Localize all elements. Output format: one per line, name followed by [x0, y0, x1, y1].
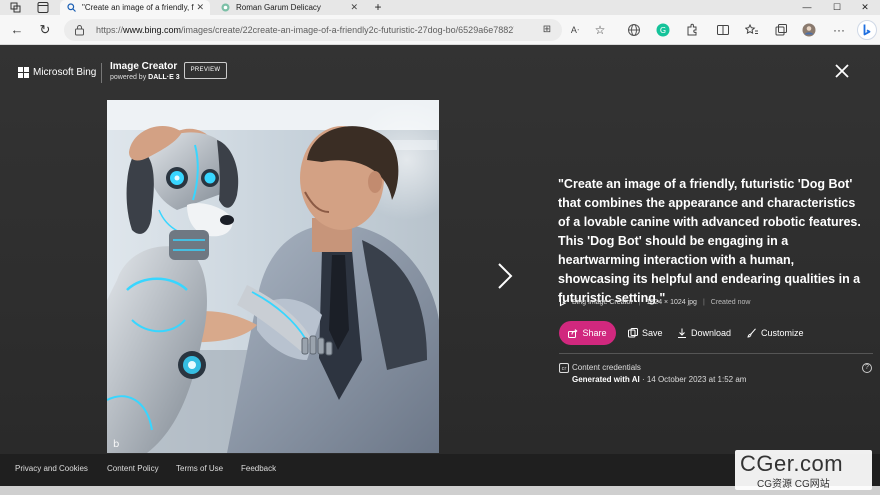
site-watermark: CGer.com CG资源 CG网站 [735, 450, 872, 490]
microsoft-logo-icon [18, 66, 29, 78]
grammarly-icon[interactable]: G [656, 23, 670, 37]
footer-link-feedback[interactable]: Feedback [241, 464, 276, 473]
favorite-star-icon[interactable]: ☆ [593, 23, 607, 37]
customize-button[interactable]: Customize [747, 321, 804, 345]
share-button[interactable]: Share [559, 321, 616, 345]
brand-name: Microsoft Bing [33, 66, 97, 78]
url-path: /images/create/22create-an-image-of-a-fr… [181, 25, 514, 35]
address-bar[interactable]: https://www.bing.com/images/create/22cre… [64, 19, 579, 41]
meta-source: Bing Image Creator [572, 299, 633, 306]
download-button[interactable]: Download [677, 321, 731, 345]
search-favicon-icon [67, 3, 76, 12]
url-text[interactable]: https://www.bing.com/images/create/22cre… [96, 19, 514, 41]
app-available-icon[interactable]: ⊞ [540, 23, 554, 37]
svg-text:b: b [113, 439, 119, 450]
content-credentials-icon: cr [559, 363, 569, 373]
refresh-icon[interactable]: ↻ [36, 21, 54, 39]
microsoft-bing-logo[interactable]: Microsoft Bing [18, 64, 96, 80]
generated-image[interactable]: b [107, 100, 439, 453]
save-button[interactable]: Save [628, 321, 663, 345]
close-window-button[interactable]: ✕ [850, 0, 880, 15]
image-prompt-text: "Create an image of a friendly, futurist… [558, 177, 861, 305]
download-label: Download [691, 328, 732, 338]
powered-by-label: powered by [110, 74, 149, 81]
tab-title: Roman Garum Delicacy [236, 3, 321, 12]
copilot-icon[interactable] [857, 20, 877, 40]
meta-size: 1024 × 1024 jpg [646, 299, 697, 306]
generated-with-ai-line: Generated with AI · 14 October 2023 at 1… [572, 375, 746, 384]
close-tab-icon[interactable]: ✕ [350, 0, 358, 15]
image-viewer-overlay: Microsoft Bing Image Creator powered by … [0, 45, 880, 454]
download-icon [678, 328, 686, 338]
more-options-icon[interactable]: ··· [832, 23, 846, 37]
share-label: Share [582, 328, 607, 338]
browser-tab-strip: "Create an image of a friendly, fu ✕ Rom… [0, 0, 880, 15]
url-scheme: https:// [96, 25, 124, 35]
workspaces-icon[interactable] [9, 1, 23, 14]
tab-title: "Create an image of a friendly, fu [82, 3, 194, 12]
browser-toolbar: ← ↻ https://www.bing.com/images/create/2… [0, 15, 880, 45]
image-meta: Bing Image Creator | 1024 × 1024 jpg | C… [559, 298, 750, 307]
customize-label: Customize [761, 328, 804, 338]
collections-icon[interactable] [774, 23, 788, 37]
footer-link-terms[interactable]: Terms of Use [176, 464, 223, 473]
share-icon [568, 328, 578, 338]
close-tab-icon[interactable]: ✕ [196, 0, 204, 15]
svg-text:G: G [660, 26, 666, 35]
tab-image-creator[interactable]: "Create an image of a friendly, fu ✕ [60, 0, 210, 15]
content-credentials-title: Content credentials [572, 363, 641, 372]
bing-logo-icon [559, 298, 567, 307]
favorites-icon[interactable] [745, 23, 759, 37]
profile-avatar[interactable] [802, 23, 816, 37]
globe-icon[interactable] [627, 23, 641, 37]
meta-divider: | [702, 299, 705, 306]
footer-link-content-policy[interactable]: Content Policy [107, 464, 159, 473]
url-host: www.bing.com [123, 25, 182, 35]
section-divider [559, 353, 873, 354]
chat-favicon-icon [221, 3, 230, 12]
powered-by-text: powered by DALL·E 3 [110, 74, 180, 81]
extensions-icon[interactable] [685, 23, 699, 37]
read-aloud-icon[interactable]: Aᐧ [568, 23, 582, 37]
header-divider [101, 63, 102, 83]
close-viewer-icon[interactable] [832, 61, 852, 81]
next-image-chevron-icon[interactable] [496, 261, 514, 291]
new-tab-button[interactable]: + [368, 0, 388, 15]
meta-divider: | [638, 299, 641, 306]
watermark-secondary: CG资源 CG网站 [757, 479, 830, 490]
meta-status: Created now [710, 299, 751, 306]
tab-roman-garum[interactable]: Roman Garum Delicacy ✕ [214, 0, 364, 15]
preview-badge: PREVIEW [184, 62, 227, 79]
watermark-primary: CGer.com [740, 451, 844, 476]
back-arrow-icon[interactable]: ← [8, 21, 26, 39]
save-collection-icon [628, 328, 638, 338]
tab-actions-icon[interactable] [36, 1, 50, 14]
powered-by-model: DALL·E 3 [148, 74, 180, 81]
split-screen-icon[interactable] [716, 23, 730, 37]
save-label: Save [642, 328, 663, 338]
generated-label: Generated with AI [572, 375, 640, 384]
help-icon[interactable]: ? [862, 363, 872, 373]
svg-text:cr: cr [562, 366, 568, 372]
minimize-button[interactable]: — [792, 0, 822, 15]
customize-brush-icon [747, 328, 756, 338]
maximize-button[interactable]: ☐ [822, 0, 852, 15]
product-title[interactable]: Image Creator [110, 61, 177, 72]
lock-icon[interactable] [74, 24, 85, 36]
footer-link-privacy[interactable]: Privacy and Cookies [15, 464, 88, 473]
generated-date: · 14 October 2023 at 1:52 am [639, 375, 747, 384]
